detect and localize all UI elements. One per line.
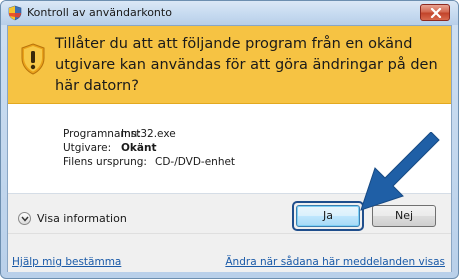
warning-banner: Tillåter du att att följande program frå…: [8, 26, 451, 104]
show-information-toggle[interactable]: Visa information: [18, 209, 127, 227]
warning-message: Tillåter du att att följande program frå…: [55, 36, 438, 94]
shield-uac-icon: [7, 5, 23, 21]
no-button[interactable]: Nej: [372, 205, 436, 227]
help-me-decide-link[interactable]: Hjälp mig bestämma: [12, 256, 121, 268]
program-name-value: Inst32.exe: [121, 128, 176, 140]
yes-button[interactable]: Ja: [296, 205, 360, 227]
file-origin-value: CD-/DVD-enhet: [155, 156, 236, 168]
title-bar: Kontroll av användarkonto: [1, 1, 458, 25]
dialog-content: Tillåter du att att följande program frå…: [7, 25, 452, 272]
change-notification-settings-link[interactable]: Ändra när sådana här meddelanden visas: [225, 256, 445, 268]
shield-warning-icon: [20, 43, 46, 75]
close-button[interactable]: [420, 4, 450, 21]
window-title: Kontroll av användarkonto: [27, 6, 172, 19]
publisher-label: Utgivare:: [63, 142, 112, 154]
show-information-label: Visa information: [37, 211, 127, 225]
uac-dialog: Kontroll av användarkonto Tillåter du at…: [0, 0, 459, 279]
close-icon: [430, 8, 442, 18]
file-origin-label: Filens ursprung:: [63, 156, 147, 168]
chevron-down-icon[interactable]: [18, 211, 31, 225]
publisher-value: Okänt: [121, 142, 157, 154]
